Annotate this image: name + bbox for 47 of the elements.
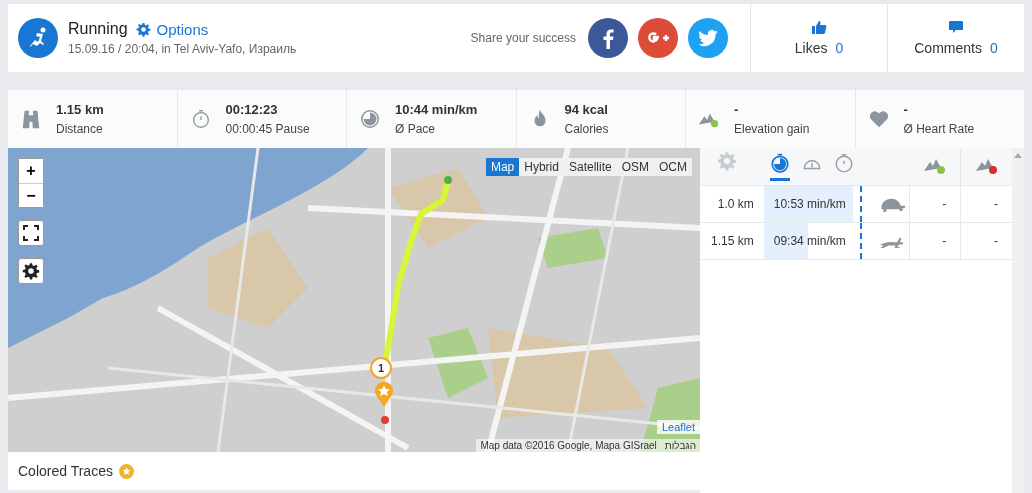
elevation-up-cell: - — [909, 222, 961, 260]
facebook-icon[interactable] — [588, 18, 628, 58]
road-icon — [20, 108, 42, 130]
stat-label: Ø Heart Rate — [903, 122, 975, 136]
thumbs-up-icon[interactable] — [811, 19, 827, 35]
stat-value: 94 kcal — [564, 102, 609, 117]
split-distance: 1.0 km — [700, 185, 764, 223]
star-pin-icon[interactable] — [374, 381, 394, 407]
stat-label: Distance — [56, 122, 104, 136]
stat-value: 1.15 km — [56, 102, 104, 117]
stat-value: 00:12:23 — [225, 102, 279, 117]
speech-bubble-icon[interactable] — [948, 19, 964, 35]
twitter-icon[interactable] — [688, 18, 728, 58]
google-plus-icon[interactable] — [638, 18, 678, 58]
options-link[interactable]: Options — [135, 20, 209, 38]
terms-link[interactable]: הגבלות — [664, 440, 696, 451]
colored-traces-label: Colored Traces — [18, 463, 113, 479]
elevation-up-cell: - — [909, 185, 961, 223]
social-count[interactable]: 0 — [835, 40, 844, 56]
map-layer-tab[interactable]: Map — [485, 158, 520, 176]
fullscreen-button[interactable] — [18, 220, 44, 246]
star-badge-icon — [118, 463, 134, 479]
zoom-out-button[interactable]: − — [19, 183, 43, 207]
stat-label: Calories — [564, 122, 609, 136]
split-pace: 09:34 min/km — [772, 234, 846, 248]
share-label: Share your success — [470, 31, 576, 45]
activity-subtitle: 15.09.16 / 20:04, in Tel Aviv-Yafo, Израиль — [68, 42, 297, 56]
stat-value: - — [903, 102, 909, 117]
map-attribution: Map data ©2016 Google, Mapa GISrael — [480, 440, 657, 451]
stat-value: - — [734, 102, 740, 117]
social-label: Comments — [914, 40, 982, 56]
stat-label: Ø Pace — [395, 122, 437, 136]
gear-icon — [135, 21, 151, 37]
settings-button[interactable] — [18, 258, 44, 284]
split-distance: 1.15 km — [700, 222, 764, 260]
heart-icon — [867, 108, 890, 130]
social-count[interactable]: 0 — [989, 40, 998, 56]
runner-icon — [18, 18, 58, 58]
stat-label: 00:00:45 Pause — [225, 122, 310, 136]
pace-tab[interactable] — [769, 152, 790, 181]
split-pace: 10:53 min/km — [772, 197, 846, 211]
pace-gauge-icon — [359, 108, 381, 130]
leaflet-link[interactable]: Leaflet — [656, 420, 700, 434]
stat-label: Elevation gain — [734, 122, 810, 136]
social-label: Likes — [794, 40, 828, 56]
activity-title: Running — [68, 20, 128, 38]
stat-value: 10:44 min/km — [395, 102, 478, 117]
